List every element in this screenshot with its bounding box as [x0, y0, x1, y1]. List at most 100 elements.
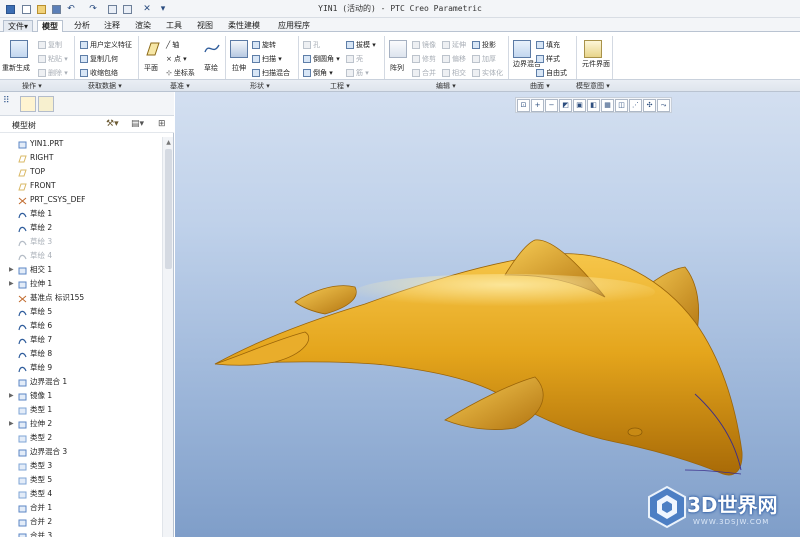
tab-annotate[interactable]: 注释 [100, 20, 124, 32]
group-label-operation[interactable]: 操作 ▾ [22, 81, 42, 91]
rib-button[interactable]: 筋 ▾ [346, 68, 369, 78]
tree-item[interactable]: 合并 1 [0, 501, 162, 515]
axis-button[interactable]: ╱ 轴 [166, 40, 179, 50]
tree-item[interactable]: ▶ 拉伸 1 [0, 277, 162, 291]
tree-item[interactable]: FRONT [0, 179, 162, 193]
tree-item[interactable]: ▶ 相交 1 [0, 263, 162, 277]
offset-button[interactable]: 偏移 [442, 54, 466, 64]
tree-item[interactable]: RIGHT [0, 151, 162, 165]
sweep-button[interactable]: 扫描 ▾ [252, 54, 282, 64]
tree-item[interactable]: 草绘 8 [0, 347, 162, 361]
group-label-shapes[interactable]: 形状 ▾ [250, 81, 270, 91]
copy-button[interactable]: 复制 [38, 40, 62, 50]
group-label-datum[interactable]: 基准 ▾ [170, 81, 190, 91]
scroll-up-arrow[interactable]: ▲ [164, 138, 173, 147]
tab-view[interactable]: 视图 [193, 20, 217, 32]
group-label-surfaces[interactable]: 曲面 ▾ [530, 81, 550, 91]
extrude-button[interactable]: 拉伸 [232, 63, 246, 73]
tree-item[interactable]: 草绘 5 [0, 305, 162, 319]
tree-item[interactable]: 合并 3 [0, 529, 162, 537]
revolve-button[interactable]: 旋转 [252, 40, 276, 50]
expand-arrow-icon[interactable]: ▶ [9, 277, 14, 291]
group-label-engineering[interactable]: 工程 ▾ [330, 81, 350, 91]
tab-applications[interactable]: 应用程序 [274, 20, 314, 32]
tab-file[interactable]: 文件▾ [3, 20, 34, 32]
model-tree-scrollbar[interactable]: ▲ [162, 137, 173, 537]
tree-item[interactable]: 类型 4 [0, 487, 162, 501]
boundary-blend-icon[interactable] [513, 40, 531, 58]
copy-geometry-button[interactable]: 复制几何 [80, 54, 118, 64]
expand-arrow-icon[interactable]: ▶ [9, 263, 14, 277]
shell-button[interactable]: 壳 [346, 54, 363, 64]
tree-item[interactable]: ▶ 拉伸 2 [0, 417, 162, 431]
group-label-get-data[interactable]: 获取数据 ▾ [88, 81, 122, 91]
chamfer-button[interactable]: 倒角 ▾ [303, 68, 333, 78]
sketch-button[interactable]: 草绘 [204, 63, 218, 73]
tree-item[interactable]: 草绘 6 [0, 319, 162, 333]
tree-item[interactable]: 草绘 7 [0, 333, 162, 347]
tab-flexible-modeling[interactable]: 柔性建模 [224, 20, 264, 32]
tree-item[interactable]: 草绘 4 [0, 249, 162, 263]
sketch-icon[interactable] [203, 40, 221, 58]
thicken-button[interactable]: 加厚 [472, 54, 496, 64]
tab-analysis[interactable]: 分析 [70, 20, 94, 32]
trim-button[interactable]: 修剪 [412, 54, 436, 64]
component-interface-icon[interactable] [584, 40, 602, 58]
tree-item[interactable]: YIN1.PRT [0, 137, 162, 151]
swept-blend-button[interactable]: 扫描混合 [252, 68, 290, 78]
tree-item[interactable]: 草绘 9 [0, 361, 162, 375]
tree-item[interactable]: ▶ 镜像 1 [0, 389, 162, 403]
tree-item[interactable]: 草绘 2 [0, 221, 162, 235]
datum-plane-icon[interactable] [143, 40, 161, 58]
point-button[interactable]: × 点 ▾ [166, 54, 187, 64]
regenerate-button[interactable]: 重新生成 [2, 63, 30, 73]
tree-item[interactable]: PRT_CSYS_DEF [0, 193, 162, 207]
tab-tools[interactable]: 工具 [162, 20, 186, 32]
model-tree-tab-icon[interactable]: ⠿ [3, 96, 19, 112]
style-button[interactable]: 样式 [536, 54, 560, 64]
merge-button[interactable]: 合并 [412, 68, 436, 78]
fill-button[interactable]: 填充 [536, 40, 560, 50]
tab-render[interactable]: 渲染 [131, 20, 155, 32]
component-interface-button[interactable]: 元件界面 [582, 61, 610, 68]
csys-button[interactable]: ⊹ 坐标系 [166, 68, 195, 78]
delete-button[interactable]: 删除 ▾ [38, 68, 68, 78]
extend-button[interactable]: 延伸 [442, 40, 466, 50]
freestyle-button[interactable]: 自由式 [536, 68, 567, 78]
plane-button[interactable]: 平面 [144, 63, 158, 73]
draft-button[interactable]: 拔模 ▾ [346, 40, 376, 50]
dolphin-model[interactable] [175, 92, 800, 537]
project-button[interactable]: 投影 [472, 40, 496, 50]
tree-item[interactable]: 边界混合 3 [0, 445, 162, 459]
group-label-model-intent[interactable]: 模型意图 ▾ [576, 81, 610, 91]
pattern-icon[interactable] [389, 40, 407, 58]
tree-item[interactable]: 类型 2 [0, 431, 162, 445]
favorites-tab-icon[interactable] [38, 96, 54, 112]
show-icon[interactable]: ▤▾ [131, 119, 144, 129]
tree-settings-icon[interactable]: ⚒▾ [106, 119, 119, 129]
expand-arrow-icon[interactable]: ▶ [9, 389, 14, 403]
regenerate-icon[interactable] [10, 40, 28, 58]
paste-button[interactable]: 粘贴 ▾ [38, 54, 68, 64]
intersect-button[interactable]: 相交 [442, 68, 466, 78]
solidify-button[interactable]: 实体化 [472, 68, 503, 78]
tree-filter-icon[interactable]: ⊞ [158, 119, 166, 129]
tree-item[interactable]: 草绘 3 [0, 235, 162, 249]
expand-arrow-icon[interactable]: ▶ [9, 417, 14, 431]
folder-browser-tab-icon[interactable] [20, 96, 36, 112]
tree-item[interactable]: TOP [0, 165, 162, 179]
hole-button[interactable]: 孔 [303, 40, 320, 50]
group-label-editing[interactable]: 编辑 ▾ [436, 81, 456, 91]
tree-item[interactable]: 类型 3 [0, 459, 162, 473]
shrinkwrap-button[interactable]: 收缩包络 [80, 68, 118, 78]
tree-item[interactable]: 合并 2 [0, 515, 162, 529]
tree-item[interactable]: 边界混合 1 [0, 375, 162, 389]
tree-item[interactable]: 类型 1 [0, 403, 162, 417]
pattern-button[interactable]: 阵列 [390, 63, 404, 73]
tree-item[interactable]: 类型 5 [0, 473, 162, 487]
mirror-button[interactable]: 镜像 [412, 40, 436, 50]
scrollbar-thumb[interactable] [165, 149, 172, 269]
udf-button[interactable]: 用户定义特征 [80, 40, 132, 50]
tree-item[interactable]: 基准点 标识155 [0, 291, 162, 305]
tree-item[interactable]: 草绘 1 [0, 207, 162, 221]
